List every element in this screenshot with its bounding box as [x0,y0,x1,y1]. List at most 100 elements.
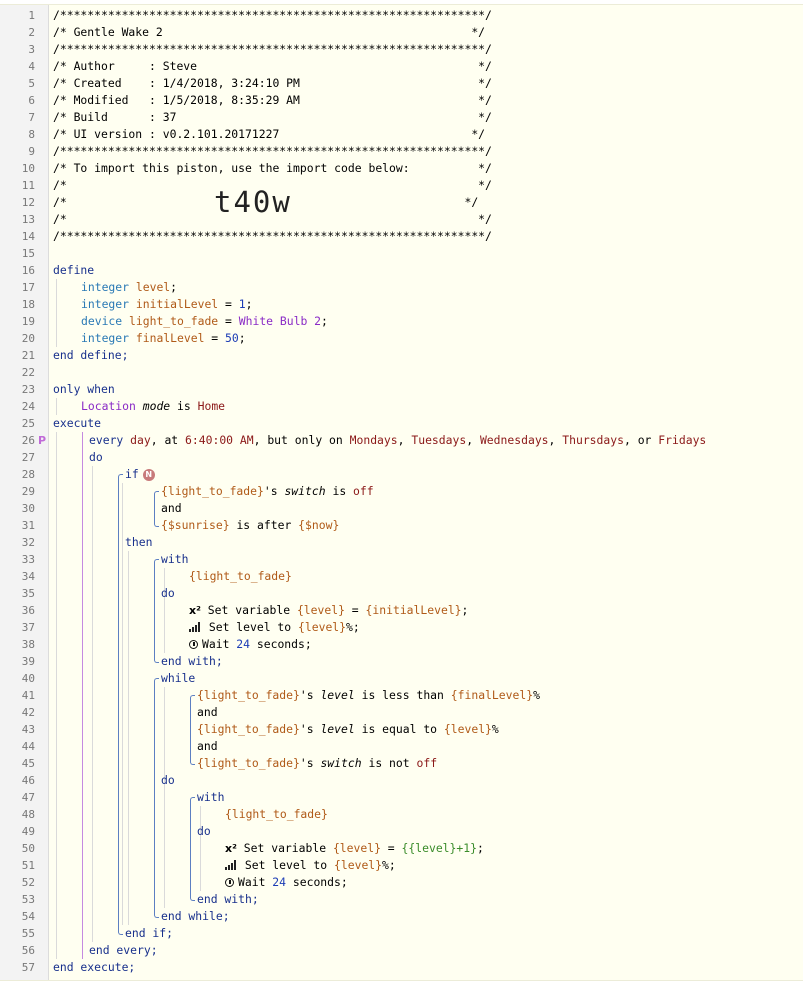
code-line: 38 Wait 24 seconds; [0,636,803,653]
variable-name: finalLevel [135,331,205,345]
variable-ref: {light_to_fade} [225,807,328,821]
comment-line: /* Created : 1/4/2018, 3:24:10 PM */ [53,76,492,90]
operator: and [161,501,182,515]
keyword: end with; [161,654,223,668]
code-line: 1 /**************************************… [0,7,803,24]
comment-line: /* Modified : 1/5/2018, 8:35:29 AM */ [53,93,492,107]
text: 's [263,484,278,498]
value: Mondays [349,433,398,447]
line-number: 51 [21,859,35,872]
code-line: 7 /* Build : 37 */ [0,109,803,126]
keyword: every [89,433,124,447]
code-text: /* Author : Steve */ [53,58,492,75]
code-editor[interactable]: 1 /**************************************… [0,4,803,981]
code-text: and [161,500,182,517]
code-text: with [161,551,188,568]
code-line: 54 end while; [0,908,803,925]
variable-ref: {light_to_fade} [161,484,264,498]
code-text: /* Gentle Wake 2 */ [53,24,485,41]
number: 50 [225,331,239,345]
variable-ref: {initialLevel} [365,603,462,617]
code-text: every day, at 6:40:00 AM, but only on Mo… [89,433,707,447]
line-number: 26 [21,434,35,447]
code-line: 26 Pevery day, at 6:40:00 AM, but only on… [0,432,803,449]
code-text: integer level; [81,280,178,294]
code-line: 44 and [0,738,803,755]
code-text: /***************************************… [53,7,492,24]
code-line: 9 /**************************************… [0,143,803,160]
code-line: 27 do [0,449,803,466]
keyword: with [197,790,225,804]
line-number: 18 [21,298,35,311]
line-number: 33 [21,553,35,566]
operator: is less than [361,688,444,702]
variable-ref: {light_to_fade} [189,569,292,583]
text: seconds; [292,875,348,889]
comment-line: /* Gentle Wake 2 */ [53,25,486,39]
keyword: execute [53,416,102,430]
variable-ref: {level} [298,620,347,634]
keyword: end execute; [53,960,136,974]
attribute: mode [142,399,171,413]
code-line: 18 integer initialLevel = 1; [0,296,803,313]
line-number: 37 [21,621,35,634]
code-line: 28 if N [0,466,803,483]
keyword: if [125,467,139,481]
line-number: 1 [28,9,35,22]
action: Set level to [208,620,292,634]
comment-line: /***************************************… [53,144,492,158]
variable-ref: {level} [443,722,492,736]
comment-line: /* Author : Steve */ [53,59,492,73]
line-number: 14 [21,230,35,243]
code-line: 5 /* Created : 1/4/2018, 3:24:10 PM */ [0,75,803,92]
code-text: Set level to {level}%; [225,857,396,874]
text: % [491,722,499,736]
type: integer [81,297,130,311]
line-number: 4 [28,60,35,73]
code-line: 41 {light_to_fade}'s level is less than {… [0,687,803,704]
keyword: do [161,773,175,787]
code-text: do [197,823,211,840]
line-number: 39 [21,655,35,668]
line-number: 2 [28,26,35,39]
attribute: switch [320,756,362,770]
device-name: White Bulb 2 [238,314,322,328]
code-text: end if; [125,925,173,942]
code-line: 57 end execute; [0,959,803,976]
code-text: integer finalLevel = 50; [81,331,246,345]
code-line: 22 [0,364,803,381]
code-text: /***************************************… [53,41,492,58]
note-badge[interactable]: N [142,468,155,481]
code-line: 31 {$sunrise} is after {$now} [0,517,803,534]
code-text: /* Created : 1/4/2018, 3:24:10 PM */ [53,75,492,92]
code-line: 12 /* */ [0,194,803,211]
value: Thursdays [562,433,624,447]
code-line: 45 {light_to_fade}'s switch is not off [0,755,803,772]
variable-icon: x² [189,604,201,617]
variable-ref: {$sunrise} [161,518,230,532]
code-text: {light_to_fade}'s level is equal to {lev… [197,721,499,738]
code-text: x² Set variable {level} = {initialLevel}… [189,603,469,617]
value: Wednesdays [479,433,549,447]
text: seconds; [256,637,312,651]
operator: is [177,399,191,413]
line-number: 16 [21,264,35,277]
code-text: device light_to_fade = White Bulb 2; [81,314,328,328]
line-number: 12 [21,196,35,209]
code-text: {light_to_fade} [225,806,328,823]
comment-line: /* To import this piston, use the import… [53,161,492,175]
attribute: level [320,722,355,736]
clock-icon [189,640,198,649]
comment-line: /***************************************… [53,8,492,22]
code-text: {$sunrise} is after {$now} [161,517,339,534]
keyword: define [53,263,95,277]
code-line: 29 {light_to_fade}'s switch is off [0,483,803,500]
gutter-marker-icon[interactable]: P [38,432,48,449]
code-line: 19 device light_to_fade = White Bulb 2; [0,313,803,330]
attribute: switch [284,484,326,498]
code-text: and [197,704,218,721]
code-text: end every; [89,942,158,959]
comment-line: /***************************************… [53,42,492,56]
code-line: 20 integer finalLevel = 50; [0,330,803,347]
line-number: 22 [21,366,35,379]
